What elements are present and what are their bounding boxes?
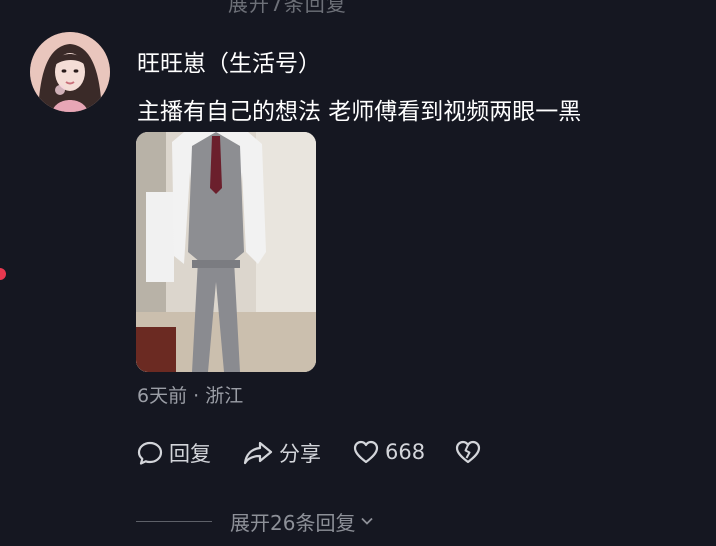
reply-button[interactable]: 回复 <box>136 438 211 468</box>
avatar[interactable] <box>30 32 110 112</box>
reply-label: 回复 <box>169 442 211 466</box>
dislike-button[interactable] <box>454 438 482 466</box>
notification-dot <box>0 268 6 280</box>
comment-photo[interactable] <box>136 132 316 372</box>
broken-heart-icon <box>455 440 481 464</box>
share-arrow-icon <box>243 441 273 465</box>
comment-text: 主播有自己的想法 老师傅看到视频两眼一黑 <box>137 99 582 125</box>
expand-replies-button[interactable]: 展开26条回复 <box>136 507 375 535</box>
avatar-image <box>30 32 110 112</box>
like-button[interactable]: 668 <box>352 438 425 466</box>
like-count: 668 <box>385 440 426 464</box>
share-button[interactable]: 分享 <box>242 438 321 468</box>
speech-bubble-icon <box>137 441 163 465</box>
comment-meta: 6天前 · 浙江 <box>137 385 244 407</box>
divider-line <box>136 520 212 522</box>
photo-man-in-grey-suit <box>136 132 316 372</box>
expand-replies-label: 展开26条回复 <box>230 510 356 535</box>
heart-outline-icon <box>353 440 379 464</box>
chevron-down-icon <box>361 517 374 525</box>
share-label: 分享 <box>279 442 321 466</box>
collapsed-replies-link[interactable]: 展开7条回复 <box>228 0 347 17</box>
username[interactable]: 旺旺崽（生活号） <box>137 44 321 78</box>
